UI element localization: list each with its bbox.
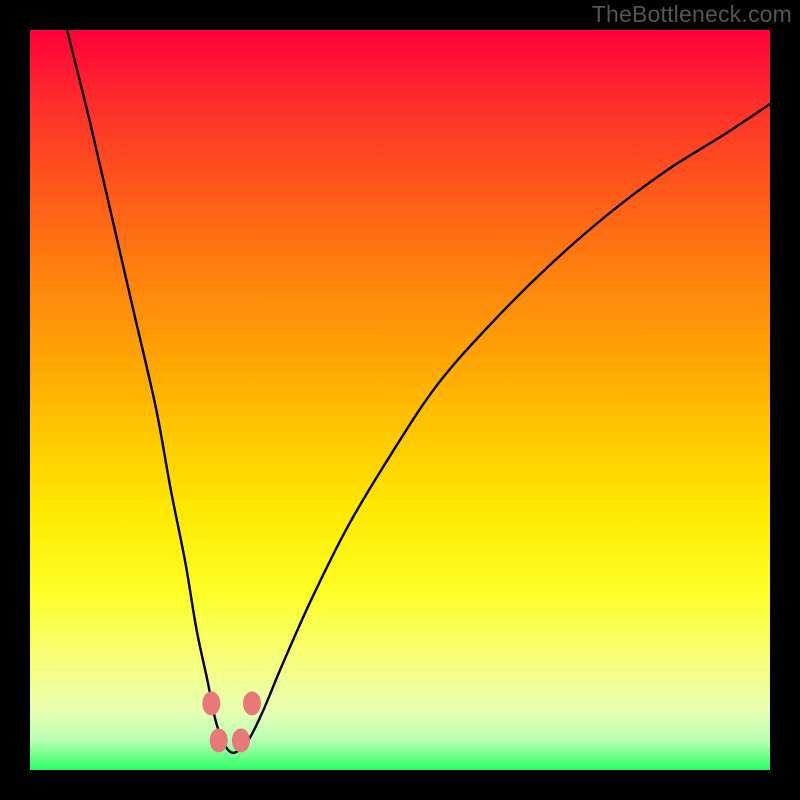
curve-marker [202, 691, 220, 715]
attribution-text: TheBottleneck.com [592, 1, 792, 28]
curve-marker [210, 728, 228, 752]
bottleneck-curve [30, 30, 770, 770]
chart-plot-area [30, 30, 770, 770]
curve-marker [232, 728, 250, 752]
curve-marker [243, 691, 261, 715]
